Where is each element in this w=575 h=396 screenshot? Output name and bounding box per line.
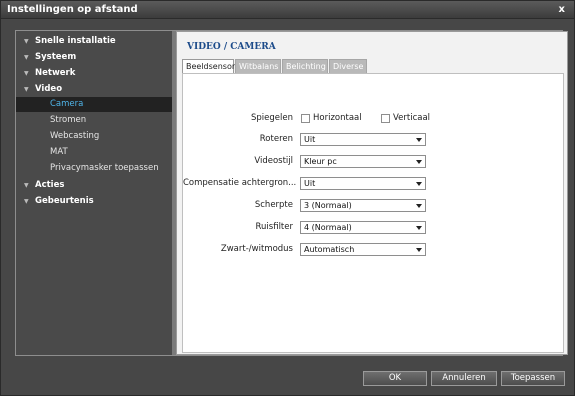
sidebar-item-gebeurtenis[interactable]: ▼ Gebeurtenis	[16, 193, 172, 209]
sidebar-item-label: Systeem	[35, 52, 77, 62]
rotate-value: Uit	[304, 135, 316, 144]
sidebar-item-label: Gebeurtenis	[35, 196, 94, 206]
apply-button[interactable]: Toepassen	[501, 371, 565, 386]
tab-witbalans[interactable]: Witbalans	[235, 59, 281, 73]
tab-belichting[interactable]: Belichting	[282, 59, 328, 73]
video-style-label: Videostijl	[254, 156, 293, 166]
sidebar-item-netwerk[interactable]: ▼ Netwerk	[16, 65, 172, 81]
backlight-compensation-value: Uit	[304, 179, 316, 188]
expand-triangle-icon: ▼	[24, 70, 29, 77]
bw-mode-label: Zwart-/witmodus	[220, 244, 293, 254]
sharpness-select[interactable]: 3 (Normaal)	[300, 199, 426, 212]
sharpness-label: Scherpte	[254, 200, 293, 210]
video-style-value: Kleur pc	[304, 157, 337, 166]
mirror-horizontal-checkbox[interactable]	[301, 114, 310, 123]
settings-window: Instellingen op afstand x ▼ Snelle instal…	[0, 0, 575, 396]
sidebar-item-label: Acties	[35, 180, 65, 190]
window-title: Instellingen op afstand	[7, 4, 138, 15]
sharpness-value: 3 (Normaal)	[304, 201, 352, 210]
rotate-select[interactable]: Uit	[300, 133, 426, 146]
mirror-vertical-checkbox[interactable]	[381, 114, 390, 123]
sidebar-item-video[interactable]: ▼ Video	[16, 81, 172, 97]
chevron-down-icon	[416, 248, 422, 252]
sidebar-item-snelle-installatie[interactable]: ▼ Snelle installatie	[16, 33, 172, 49]
sidebar-item-systeem[interactable]: ▼ Systeem	[16, 49, 172, 65]
expand-triangle-icon: ▼	[24, 86, 29, 93]
close-icon[interactable]: x	[559, 4, 565, 15]
rotate-label: Roteren	[259, 134, 293, 144]
sidebar-item-label: Snelle installatie	[35, 36, 116, 46]
sidebar-item-label: Netwerk	[35, 68, 76, 78]
page-title: VIDEO / CAMERA	[187, 42, 276, 52]
expand-triangle-icon: ▼	[24, 198, 29, 205]
bw-mode-select[interactable]: Automatisch	[300, 243, 426, 256]
content-panel: VIDEO / CAMERA Beeldsensor Witbalans Bel…	[176, 31, 568, 355]
tab-beeldsensor[interactable]: Beeldsensor	[182, 59, 235, 74]
chevron-down-icon	[416, 160, 422, 164]
sidebar: ▼ Snelle installatie ▼ Systeem ▼ Netwerk ▼ V…	[16, 31, 172, 355]
sidebar-item-camera[interactable]: Camera	[16, 97, 172, 112]
noise-filter-select[interactable]: 4 (Normaal)	[300, 221, 426, 234]
mirror-vertical-label: Verticaal	[393, 113, 431, 123]
expand-triangle-icon: ▼	[24, 54, 29, 61]
title-bar: Instellingen op afstand x	[1, 1, 574, 19]
sidebar-item-mat[interactable]: MAT	[16, 145, 172, 160]
backlight-compensation-label: Compensatie achtergron...	[183, 178, 297, 188]
noise-filter-value: 4 (Normaal)	[304, 223, 352, 232]
chevron-down-icon	[416, 182, 422, 186]
chevron-down-icon	[416, 138, 422, 142]
noise-filter-label: Ruisfilter	[255, 222, 293, 232]
chevron-down-icon	[416, 226, 422, 230]
ok-button[interactable]: OK	[363, 371, 427, 386]
sidebar-item-privacymasker[interactable]: Privacymasker toepassen	[16, 161, 172, 176]
mirror-horizontal-label: Horizontaal	[313, 113, 362, 123]
cancel-button[interactable]: Annuleren	[431, 371, 497, 386]
bw-mode-value: Automatisch	[304, 245, 355, 254]
expand-triangle-icon: ▼	[24, 182, 29, 189]
mirror-label: Spiegelen	[251, 113, 293, 123]
sidebar-item-label: Video	[35, 84, 63, 94]
chevron-down-icon	[416, 204, 422, 208]
sidebar-item-webcasting[interactable]: Webcasting	[16, 129, 172, 144]
backlight-compensation-select[interactable]: Uit	[300, 177, 426, 190]
video-style-select[interactable]: Kleur pc	[300, 155, 426, 168]
expand-triangle-icon: ▼	[24, 38, 29, 45]
tab-diverse[interactable]: Diverse	[329, 59, 367, 73]
sidebar-item-stromen[interactable]: Stromen	[16, 113, 172, 128]
sidebar-item-acties[interactable]: ▼ Acties	[16, 177, 172, 193]
